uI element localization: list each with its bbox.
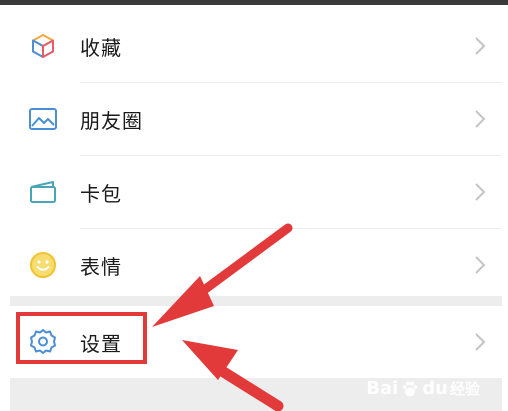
paw-icon <box>402 381 418 396</box>
menu-item-label: 设置 <box>80 331 122 356</box>
chevron-right-icon <box>470 180 490 204</box>
watermark-brand-a: Bai <box>366 378 399 399</box>
gear-icon <box>28 327 58 357</box>
menu-item-label: 朋友圈 <box>80 108 143 133</box>
status-bar-edge <box>0 0 508 5</box>
baidu-watermark: Bai du 经验 <box>366 378 480 399</box>
menu-item-favorites[interactable]: 收藏 <box>10 10 502 82</box>
wallet-icon <box>28 177 58 207</box>
chevron-right-icon <box>470 34 490 58</box>
menu-item-moments[interactable]: 朋友圈 <box>10 83 502 155</box>
menu-item-label: 表情 <box>80 254 122 279</box>
menu-item-card-wallet[interactable]: 卡包 <box>10 156 502 228</box>
menu-item-stickers[interactable]: 表情 <box>10 229 502 301</box>
section-gap <box>10 296 502 306</box>
image-icon <box>28 104 58 134</box>
menu-item-label: 卡包 <box>80 181 122 206</box>
watermark-suffix: 经验 <box>449 380 480 398</box>
watermark-brand-b: du <box>422 378 448 399</box>
wechat-me-screen: 收藏 朋友圈 卡包 表情 设置 Bai du 经验 <box>0 0 508 411</box>
menu-item-label: 收藏 <box>80 35 122 60</box>
chevron-right-icon <box>470 107 490 131</box>
menu-item-settings[interactable]: 设置 <box>10 306 502 378</box>
chevron-right-icon <box>470 330 490 354</box>
smiley-icon <box>28 250 58 280</box>
cube-icon <box>28 31 58 61</box>
chevron-right-icon <box>470 253 490 277</box>
